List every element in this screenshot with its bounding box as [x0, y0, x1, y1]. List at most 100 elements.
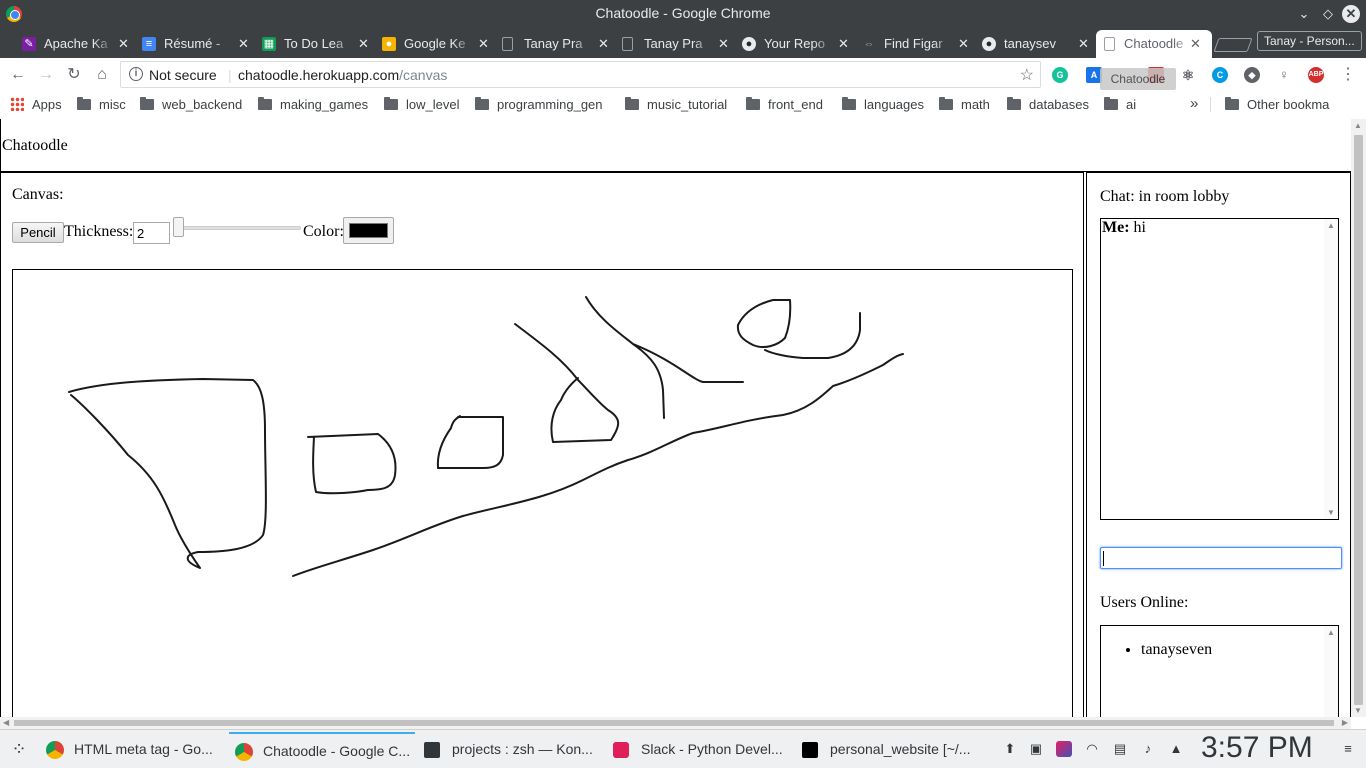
thickness-slider[interactable] [179, 226, 301, 230]
close-tab-icon[interactable]: ✕ [958, 30, 969, 58]
tab-chatoodle[interactable]: Chatoodle ✕ [1096, 30, 1212, 58]
tab-tanay-1[interactable]: Tanay Pra ✕ [502, 30, 622, 58]
chat-message-input[interactable] [1100, 547, 1342, 569]
react-devtools-icon[interactable]: ⚛ [1180, 67, 1196, 83]
close-tab-icon[interactable]: ✕ [238, 30, 249, 58]
security-indicator[interactable]: Not secure [149, 67, 217, 83]
close-tab-icon[interactable]: ✕ [118, 30, 129, 58]
scroll-up-icon[interactable]: ▲ [1354, 121, 1362, 130]
bookmark-other[interactable]: Other bookmarks [1210, 97, 1330, 112]
bookmark-folder[interactable]: web_backend [140, 97, 242, 112]
close-tab-icon[interactable]: ✕ [598, 30, 609, 58]
close-window-icon[interactable]: ✕ [1342, 5, 1360, 23]
profile-button[interactable]: Tanay - Person... [1257, 31, 1362, 51]
bookmark-folder[interactable]: databases [1007, 97, 1089, 112]
bookmark-folder[interactable]: ai [1104, 97, 1136, 112]
bookmark-folder[interactable]: misc [77, 97, 126, 112]
tray-expand-icon[interactable]: ▲ [1168, 741, 1184, 757]
pencil-button[interactable]: Pencil [12, 222, 64, 243]
tab-google-keep[interactable]: ● Google Ke ✕ [382, 30, 502, 58]
thickness-input[interactable] [133, 222, 170, 244]
grammarly-icon[interactable]: G [1052, 67, 1068, 83]
show-desktop-icon[interactable]: ≡ [1340, 741, 1356, 757]
home-icon[interactable]: ⌂ [92, 65, 112, 85]
bookmark-apps[interactable]: Apps [10, 97, 62, 112]
chat-log-scrollbar[interactable]: ▲ ▼ [1324, 219, 1338, 519]
taskbar-item[interactable]: personal_website [~/... [796, 732, 982, 766]
close-tab-icon[interactable]: ✕ [838, 30, 849, 58]
bookmark-folder[interactable]: programming_gen [475, 97, 603, 112]
tab-resume[interactable]: ≡ Résumé - ✕ [142, 30, 262, 58]
scroll-left-icon[interactable]: ◀ [3, 718, 9, 727]
close-tab-icon[interactable]: ✕ [478, 30, 489, 58]
info-icon[interactable]: i [129, 67, 143, 81]
extension-blue-icon[interactable]: C [1212, 67, 1228, 83]
screenshot-icon[interactable]: ▣ [1028, 741, 1044, 757]
address-bar[interactable]: i Not secure | chatoodle.herokuapp.com/c… [120, 61, 1041, 88]
taskbar-item[interactable]: HTML meta tag - Go... [40, 732, 226, 766]
maximize-icon[interactable]: ◇ [1318, 4, 1338, 24]
folder-icon [77, 97, 91, 110]
color-picker[interactable] [343, 217, 394, 244]
menu-icon[interactable]: ⋮ [1338, 65, 1358, 85]
url-text[interactable]: chatoodle.herokuapp.com/canvas [238, 67, 447, 83]
back-icon[interactable]: ← [8, 65, 28, 85]
scroll-up-icon[interactable]: ▲ [1327, 221, 1335, 230]
bookmark-folder[interactable]: languages [842, 97, 924, 112]
app-tray-icon[interactable] [1056, 741, 1072, 757]
tab-label: Apache Ka [44, 36, 108, 51]
tab-label: Résumé - [164, 36, 221, 51]
tab-find-figaro[interactable]: ⇔ Find Figar ✕ [862, 30, 982, 58]
scroll-down-icon[interactable]: ▼ [1327, 508, 1335, 517]
users-online-list[interactable]: tanayseven ▲ [1100, 625, 1339, 717]
bookmark-folder[interactable]: music_tutorial [625, 97, 727, 112]
color-swatch [349, 223, 388, 238]
minimize-icon[interactable]: ⌄ [1294, 4, 1314, 24]
wifi-icon[interactable]: ◠ [1084, 741, 1100, 757]
scroll-up-icon[interactable]: ▲ [1327, 628, 1335, 637]
adblock-plus-icon[interactable]: ABP [1308, 67, 1324, 83]
scrollbar-thumb[interactable] [14, 720, 1334, 726]
page-vertical-scrollbar[interactable]: ▲ ▼ [1351, 119, 1366, 717]
folder-icon [842, 97, 856, 110]
folder-icon [258, 97, 272, 110]
new-tab-button[interactable] [1213, 38, 1253, 52]
tab-tanayseven[interactable]: ● tanaysev ✕ [982, 30, 1102, 58]
omnibox-separator: | [228, 67, 232, 83]
app-launcher-icon[interactable]: ⁘ [8, 738, 30, 760]
chat-log[interactable]: Me: hi ▲ ▼ [1100, 218, 1339, 520]
bookmark-folder[interactable]: front_end [746, 97, 823, 112]
bookmark-star-icon[interactable]: ☆ [1020, 65, 1034, 85]
bookmark-folder[interactable]: math [939, 97, 990, 112]
tab-tanay-2[interactable]: Tanay Pra ✕ [622, 30, 742, 58]
lightbulb-icon[interactable]: ♀ [1276, 67, 1292, 83]
tab-your-repo[interactable]: ● Your Repo ✕ [742, 30, 862, 58]
scroll-down-icon[interactable]: ▼ [1354, 706, 1362, 715]
users-list-scrollbar[interactable]: ▲ [1324, 626, 1338, 717]
close-tab-icon[interactable]: ✕ [358, 30, 369, 58]
forward-icon[interactable]: → [36, 65, 56, 85]
bookmark-folder[interactable]: making_games [258, 97, 368, 112]
volume-icon[interactable]: ♪ [1140, 741, 1156, 757]
close-tab-icon[interactable]: ✕ [718, 30, 729, 58]
tab-todo[interactable]: ▦ To Do Lea ✕ [262, 30, 382, 58]
bookmark-folder[interactable]: low_level [384, 97, 459, 112]
tab-apache-kafka[interactable]: ✎ Apache Ka ✕ [22, 30, 142, 58]
updates-icon[interactable]: ⬆ [1002, 741, 1018, 757]
close-tab-icon[interactable]: ✕ [1078, 30, 1089, 58]
taskbar-item-active[interactable]: Chatoodle - Google C... [229, 732, 415, 766]
scroll-right-icon[interactable]: ▶ [1342, 718, 1348, 727]
bookmarks-overflow-icon[interactable]: » [1190, 95, 1198, 112]
shield-icon[interactable]: ◆ [1244, 67, 1260, 83]
thickness-slider-handle[interactable] [173, 217, 184, 237]
taskbar-item[interactable]: projects : zsh — Kon... [418, 732, 604, 766]
webstorm-icon [802, 742, 818, 758]
page-horizontal-scrollbar[interactable]: ◀ ▶ [0, 717, 1351, 729]
close-tab-icon[interactable]: ✕ [1190, 30, 1201, 58]
drawing-canvas[interactable] [12, 269, 1073, 717]
reload-icon[interactable]: ↻ [64, 65, 84, 85]
scrollbar-thumb[interactable] [1354, 135, 1363, 705]
clipboard-icon[interactable]: ▤ [1112, 741, 1128, 757]
clock[interactable]: 3:57 PM [1201, 731, 1313, 765]
taskbar-item[interactable]: Slack - Python Devel... [607, 732, 793, 766]
